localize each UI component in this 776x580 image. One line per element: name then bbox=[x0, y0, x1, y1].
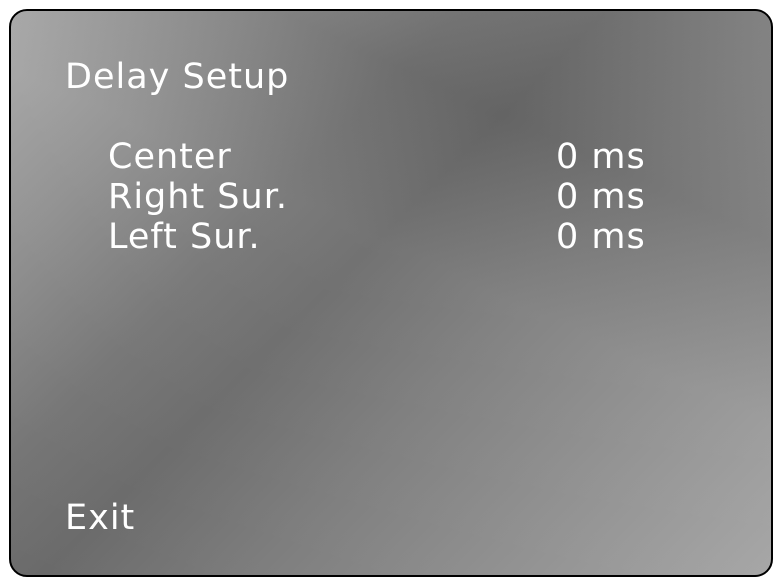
left-surround-delay-label: Left Sur. bbox=[108, 217, 261, 257]
exit-menu-item[interactable]: Exit bbox=[65, 498, 135, 538]
menu-item-center-delay[interactable]: Center 0 ms bbox=[108, 137, 668, 177]
right-surround-delay-label: Right Sur. bbox=[108, 177, 288, 217]
menu-title: Delay Setup bbox=[65, 57, 290, 97]
osd-menu-panel: Delay Setup Center 0 ms Right Sur. 0 ms … bbox=[9, 9, 773, 577]
right-surround-delay-value: 0 ms bbox=[556, 177, 646, 217]
left-surround-delay-value: 0 ms bbox=[556, 217, 646, 257]
menu-item-right-surround-delay[interactable]: Right Sur. 0 ms bbox=[108, 177, 668, 217]
center-delay-value: 0 ms bbox=[556, 137, 646, 177]
menu-item-left-surround-delay[interactable]: Left Sur. 0 ms bbox=[108, 217, 668, 257]
center-delay-label: Center bbox=[108, 137, 232, 177]
